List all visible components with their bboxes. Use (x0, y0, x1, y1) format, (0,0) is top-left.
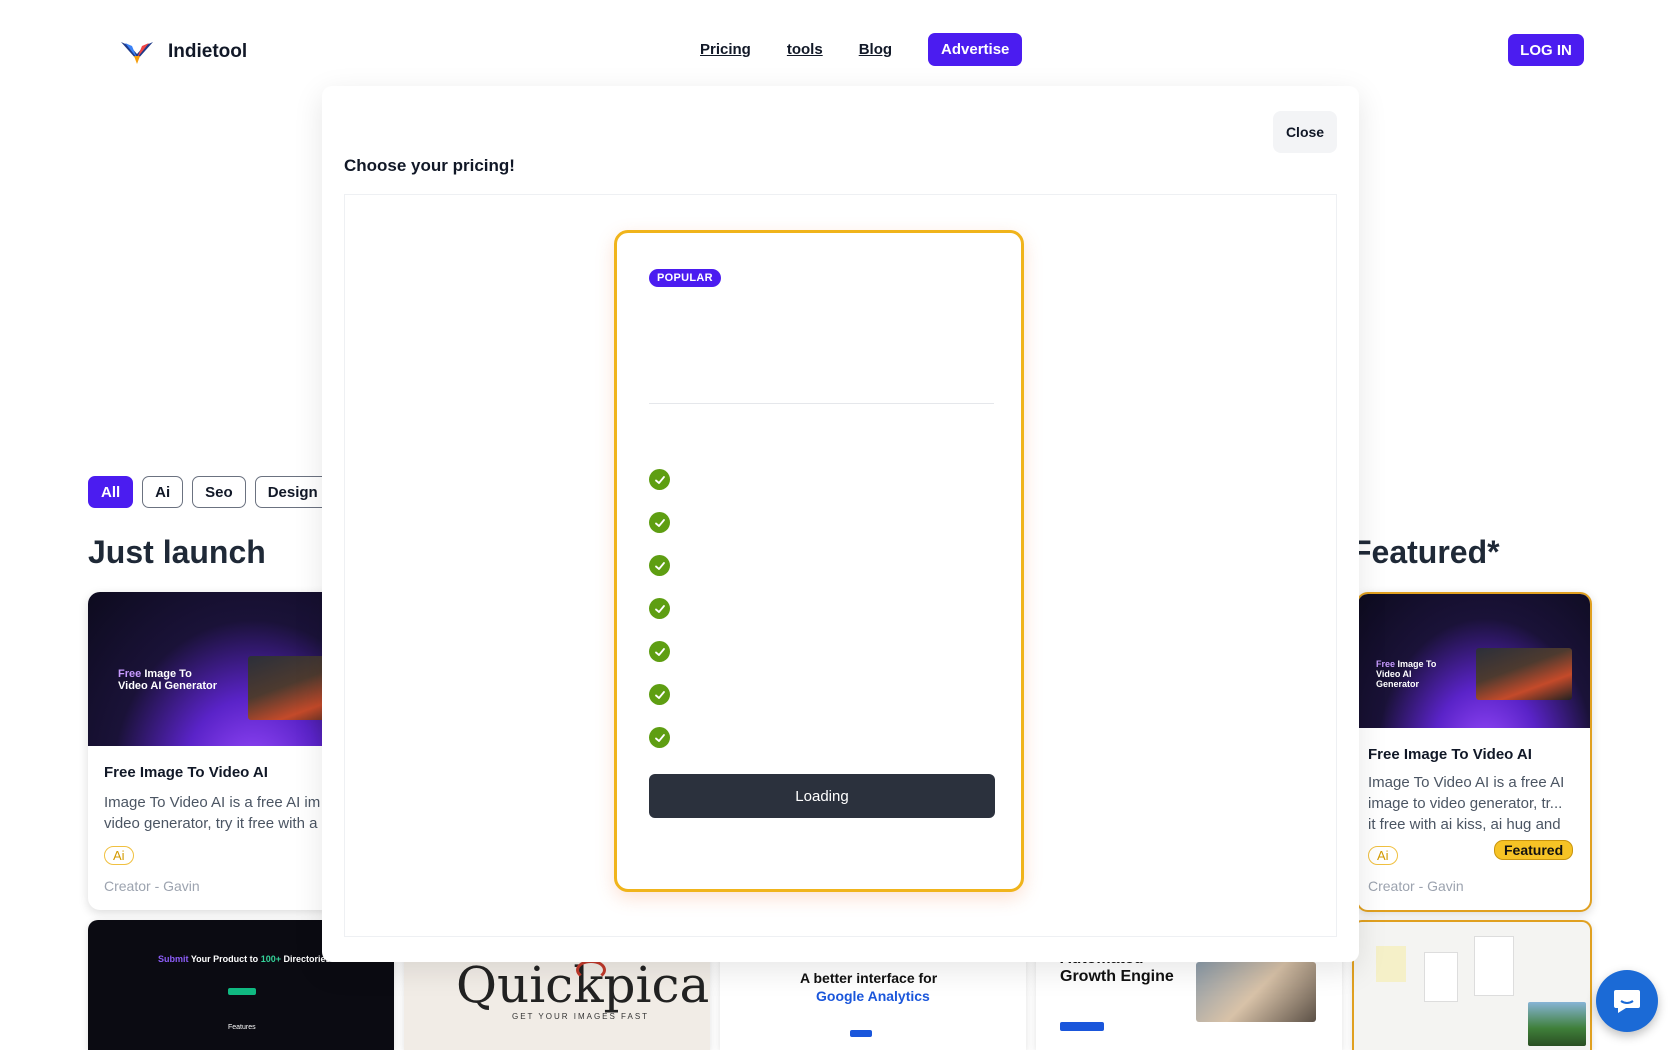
featured-badge: Featured (1494, 840, 1574, 860)
brand-name: Indietool (168, 41, 248, 62)
card-description-line: Image To Video AI is a free AI (1368, 774, 1565, 791)
filter-seo[interactable]: Seo (192, 476, 246, 508)
card-title: Free Image To Video AI (1368, 746, 1532, 763)
creator-label: Creator - Gavin (104, 878, 200, 894)
loading-button[interactable]: Loading (649, 774, 995, 818)
brand-logo[interactable]: Indietool (120, 36, 247, 68)
close-button[interactable]: Close (1273, 111, 1337, 153)
thumbnail-photo (1528, 1002, 1586, 1046)
thumbnail-cta (228, 988, 256, 995)
featured-tool-card[interactable]: Free Image To Video AI Generator Free Im… (1356, 592, 1592, 912)
thumbnail-note (1424, 952, 1458, 1002)
filter-ai[interactable]: Ai (142, 476, 184, 508)
thumbnail-cta (850, 1030, 872, 1037)
thumbnail-title: Free Image To Video AI Generator (1376, 659, 1437, 689)
just-launch-heading: Just launch (88, 534, 266, 570)
bird-logo-icon (121, 42, 153, 64)
thumbnail-cta (1060, 1022, 1104, 1031)
login-button[interactable]: LOG IN (1508, 34, 1584, 66)
checkmark-icon (649, 512, 670, 533)
card-description: Image To Video AI is a free AI image to … (1368, 772, 1564, 835)
category-filters: All Ai Seo Design (88, 476, 331, 508)
nav-pricing[interactable]: Pricing (700, 41, 751, 58)
popular-badge: POPULAR (649, 269, 721, 287)
card-description-line: video generator, try it free with a (104, 815, 318, 832)
tool-card-thumbnail[interactable] (1352, 920, 1592, 1050)
advertise-button[interactable]: Advertise (928, 33, 1023, 66)
checkmark-icon (649, 727, 670, 748)
card-title: Free Image To Video AI (104, 764, 268, 781)
chat-bubble-icon (1614, 990, 1640, 1013)
modal-heading: Choose your pricing! (344, 156, 515, 175)
checkmark-icon (649, 598, 670, 619)
card-description-line: it free with ai kiss, ai hug and (1368, 816, 1561, 833)
page: Indietool Pricing tools Blog Advertise L… (0, 0, 1680, 1050)
card-description-line: image to video generator, tr... (1368, 795, 1563, 812)
thumbnail-title: A better interface for (800, 970, 938, 986)
thumbnail-title: Free Image To Video AI Generator (118, 668, 218, 693)
nav-tools[interactable]: tools (787, 41, 823, 58)
chat-launcher-button[interactable] (1596, 970, 1658, 1032)
thumbnail-note (1376, 946, 1406, 982)
category-tag[interactable]: Ai (104, 846, 134, 865)
checkmark-icon (649, 641, 670, 662)
quickpicai-tagline: GET YOUR IMAGES FAST (512, 1012, 650, 1021)
thumbnail-photo (1196, 962, 1316, 1022)
filter-all[interactable]: All (88, 476, 134, 508)
card-thumbnail: Free Image To Video AI Generator (1358, 594, 1590, 728)
creator-label: Creator - Gavin (1368, 878, 1464, 894)
thumbnail-subtitle: Growth Engine (1060, 968, 1174, 985)
pricing-card: POPULAR Loading (614, 230, 1024, 892)
checkmark-icon (649, 555, 670, 576)
checkmark-icon (649, 469, 670, 490)
thumbnail-photo (1476, 648, 1572, 700)
main-nav: Pricing tools Blog Advertise (700, 33, 1023, 66)
checkmark-icon (649, 684, 670, 705)
thumbnail-note (1474, 936, 1514, 996)
card-description: Image To Video AI is a free AI im video … (104, 792, 320, 834)
nav-blog[interactable]: Blog (859, 41, 892, 58)
card-description-line: Image To Video AI is a free AI im (104, 794, 321, 811)
card-divider (649, 403, 994, 404)
thumbnail-subtitle: Google Analytics (816, 988, 930, 1004)
thumbnail-title: Submit Your Product to 100+ Directories (158, 954, 331, 964)
filter-design[interactable]: Design (254, 476, 331, 508)
category-tag[interactable]: Ai (1368, 846, 1398, 865)
swirl-decoration-icon (576, 960, 606, 980)
thumbnail-subheading: Features (228, 1024, 256, 1031)
featured-heading: Featured* (1352, 534, 1500, 570)
